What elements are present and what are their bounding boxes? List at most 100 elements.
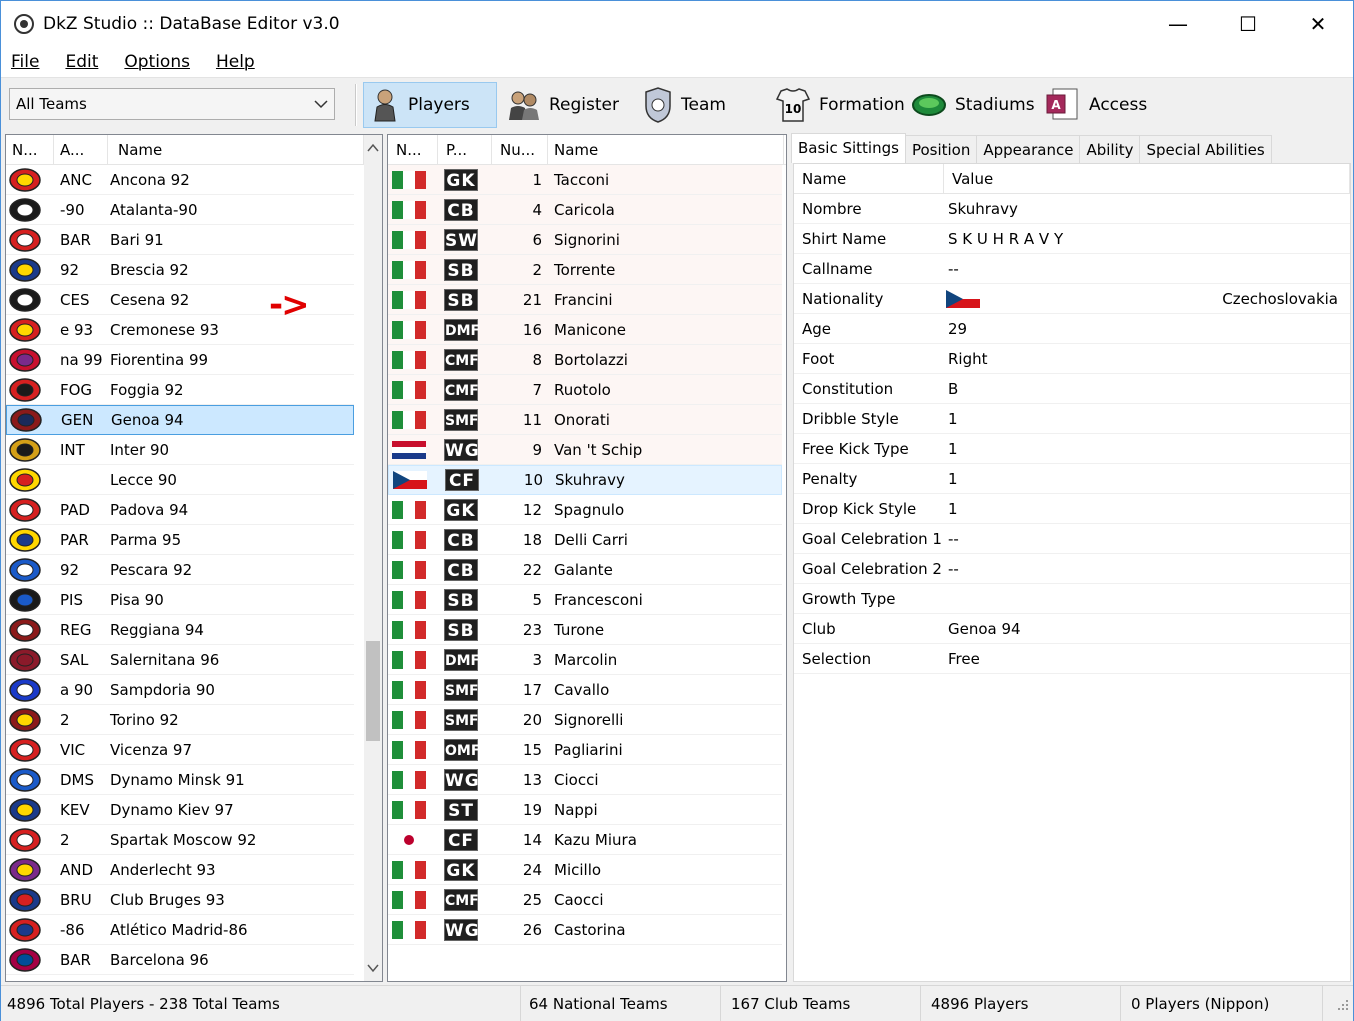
property-value[interactable]: Free — [944, 644, 1344, 674]
property-value[interactable]: Skuhravy — [944, 194, 1344, 224]
menu-file[interactable]: File — [11, 52, 39, 72]
property-row[interactable]: Callname -- — [794, 254, 1350, 284]
team-filter-select[interactable]: All Teams — [9, 88, 335, 120]
player-detail-grid[interactable]: Name Value Nombre Skuhravy Shirt Name S K U… — [793, 163, 1351, 982]
property-value[interactable]: -- — [944, 254, 1344, 284]
team-row[interactable]: 92 Brescia 92 — [6, 255, 354, 285]
property-row[interactable]: Free Kick Type 1 — [794, 434, 1350, 464]
player-row[interactable]: CMF 7 Ruotolo — [388, 375, 782, 405]
property-value[interactable]: S K U H R A V Y — [944, 224, 1344, 254]
property-value[interactable]: 1 — [944, 404, 1344, 434]
player-row[interactable]: ST 19 Nappi — [388, 795, 782, 825]
property-value[interactable]: Genoa 94 — [944, 614, 1344, 644]
property-value[interactable]: -- — [944, 524, 1344, 554]
property-value[interactable]: 1 — [944, 434, 1344, 464]
player-row[interactable]: CF 14 Kazu Miura — [388, 825, 782, 855]
player-row[interactable]: SMF 11 Onorati — [388, 405, 782, 435]
register-button[interactable]: Register — [501, 82, 625, 128]
property-row[interactable]: Constitution B — [794, 374, 1350, 404]
players-button[interactable]: Players — [363, 82, 497, 128]
team-row[interactable]: DMS Dynamo Minsk 91 — [6, 765, 354, 795]
player-row[interactable]: GK 12 Spagnulo — [388, 495, 782, 525]
property-row[interactable]: Goal Celebration 1 -- — [794, 524, 1350, 554]
title-bar[interactable]: DkZ Studio :: DataBase Editor v3.0 — ☐ ✕ — [1, 1, 1353, 47]
teams-col-abbr[interactable]: A... — [54, 135, 108, 165]
players-col-name[interactable]: Name — [548, 135, 784, 165]
team-row[interactable]: BAR Barcelona 96 — [6, 945, 354, 975]
team-row[interactable]: PAR Parma 95 — [6, 525, 354, 555]
property-row[interactable]: Age 29 — [794, 314, 1350, 344]
teams-scroll-thumb[interactable] — [366, 641, 380, 741]
players-col-nation[interactable]: N... — [388, 135, 438, 165]
property-row[interactable]: Drop Kick Style 1 — [794, 494, 1350, 524]
team-row[interactable]: na 99 Fiorentina 99 — [6, 345, 354, 375]
player-row[interactable]: CB 22 Galante — [388, 555, 782, 585]
menu-edit[interactable]: Edit — [65, 52, 98, 72]
player-row[interactable]: SB 23 Turone — [388, 615, 782, 645]
formation-button[interactable]: 10 Formation — [769, 82, 911, 128]
tab-ability[interactable]: Ability — [1079, 135, 1141, 163]
player-row[interactable]: WG 9 Van 't Schip — [388, 435, 782, 465]
player-row[interactable]: SB 2 Torrente — [388, 255, 782, 285]
team-row[interactable]: PIS Pisa 90 — [6, 585, 354, 615]
teams-scrollbar[interactable] — [364, 135, 382, 981]
property-row[interactable]: Nombre Skuhravy — [794, 194, 1350, 224]
property-row[interactable]: Dribble Style 1 — [794, 404, 1350, 434]
property-row[interactable]: Penalty 1 — [794, 464, 1350, 494]
tab-appearance[interactable]: Appearance — [976, 135, 1081, 163]
tab-position[interactable]: Position — [904, 135, 978, 163]
player-row[interactable]: WG 13 Ciocci — [388, 765, 782, 795]
close-button[interactable]: ✕ — [1283, 1, 1353, 47]
resize-grip-icon[interactable] — [1335, 997, 1349, 1011]
team-row[interactable]: SAL Salernitana 96 — [6, 645, 354, 675]
minimize-button[interactable]: — — [1143, 1, 1213, 47]
team-row[interactable]: PAD Padova 94 — [6, 495, 354, 525]
property-row[interactable]: Foot Right — [794, 344, 1350, 374]
property-value[interactable]: Czechoslovakia — [944, 284, 1344, 314]
players-list[interactable]: N... P... Nu... Name GK 1 Tacconi CB 4 Carico… — [387, 134, 787, 982]
team-row[interactable]: 92 Pescara 92 — [6, 555, 354, 585]
team-row[interactable]: GEN Genoa 94 — [6, 405, 354, 435]
team-row[interactable]: FOG Foggia 92 — [6, 375, 354, 405]
player-row[interactable]: DMF 16 Manicone — [388, 315, 782, 345]
teams-list[interactable]: N... A... Name ANC Ancona 92 -90 Atalanta-9… — [5, 134, 383, 982]
team-row[interactable]: VIC Vicenza 97 — [6, 735, 354, 765]
property-value[interactable] — [944, 584, 1344, 614]
players-col-number[interactable]: Nu... — [492, 135, 548, 165]
player-row[interactable]: SB 21 Francini — [388, 285, 782, 315]
menu-options[interactable]: Options — [124, 52, 190, 72]
scroll-up-icon[interactable] — [367, 143, 379, 153]
team-row[interactable]: AND Anderlecht 93 — [6, 855, 354, 885]
detail-col-name[interactable]: Name — [794, 164, 944, 194]
team-row[interactable]: -90 Atalanta-90 — [6, 195, 354, 225]
player-row[interactable]: CF 10 Skuhravy — [388, 465, 782, 495]
property-row[interactable]: Goal Celebration 2 -- — [794, 554, 1350, 584]
player-row[interactable]: CMF 25 Caocci — [388, 885, 782, 915]
tab-basic-sittings[interactable]: Basic Sittings — [791, 133, 906, 163]
stadiums-button[interactable]: Stadiums — [905, 82, 1041, 128]
property-value[interactable]: B — [944, 374, 1344, 404]
property-value[interactable]: 1 — [944, 494, 1344, 524]
player-row[interactable]: DMF 3 Marcolin — [388, 645, 782, 675]
team-row[interactable]: BRU Club Bruges 93 — [6, 885, 354, 915]
player-row[interactable]: CMF 8 Bortolazzi — [388, 345, 782, 375]
scroll-down-icon[interactable] — [367, 963, 379, 973]
detail-col-value[interactable]: Value — [944, 164, 1350, 194]
property-value[interactable]: -- — [944, 554, 1344, 584]
team-row[interactable]: ANC Ancona 92 — [6, 165, 354, 195]
team-button[interactable]: Team — [637, 82, 732, 128]
team-row[interactable]: REG Reggiana 94 — [6, 615, 354, 645]
property-value[interactable]: Right — [944, 344, 1344, 374]
menu-help[interactable]: Help — [216, 52, 255, 72]
player-row[interactable]: SMF 17 Cavallo — [388, 675, 782, 705]
property-row[interactable]: Growth Type — [794, 584, 1350, 614]
property-value[interactable]: 29 — [944, 314, 1344, 344]
team-row[interactable]: INT Inter 90 — [6, 435, 354, 465]
property-row[interactable]: Shirt Name S K U H R A V Y — [794, 224, 1350, 254]
property-row[interactable]: Nationality Czechoslovakia — [794, 284, 1350, 314]
team-row[interactable]: -86 Atlético Madrid-86 — [6, 915, 354, 945]
player-row[interactable]: SW 6 Signorini — [388, 225, 782, 255]
access-button[interactable]: A Access — [1039, 82, 1153, 128]
players-col-position[interactable]: P... — [438, 135, 492, 165]
player-row[interactable]: WG 26 Castorina — [388, 915, 782, 945]
